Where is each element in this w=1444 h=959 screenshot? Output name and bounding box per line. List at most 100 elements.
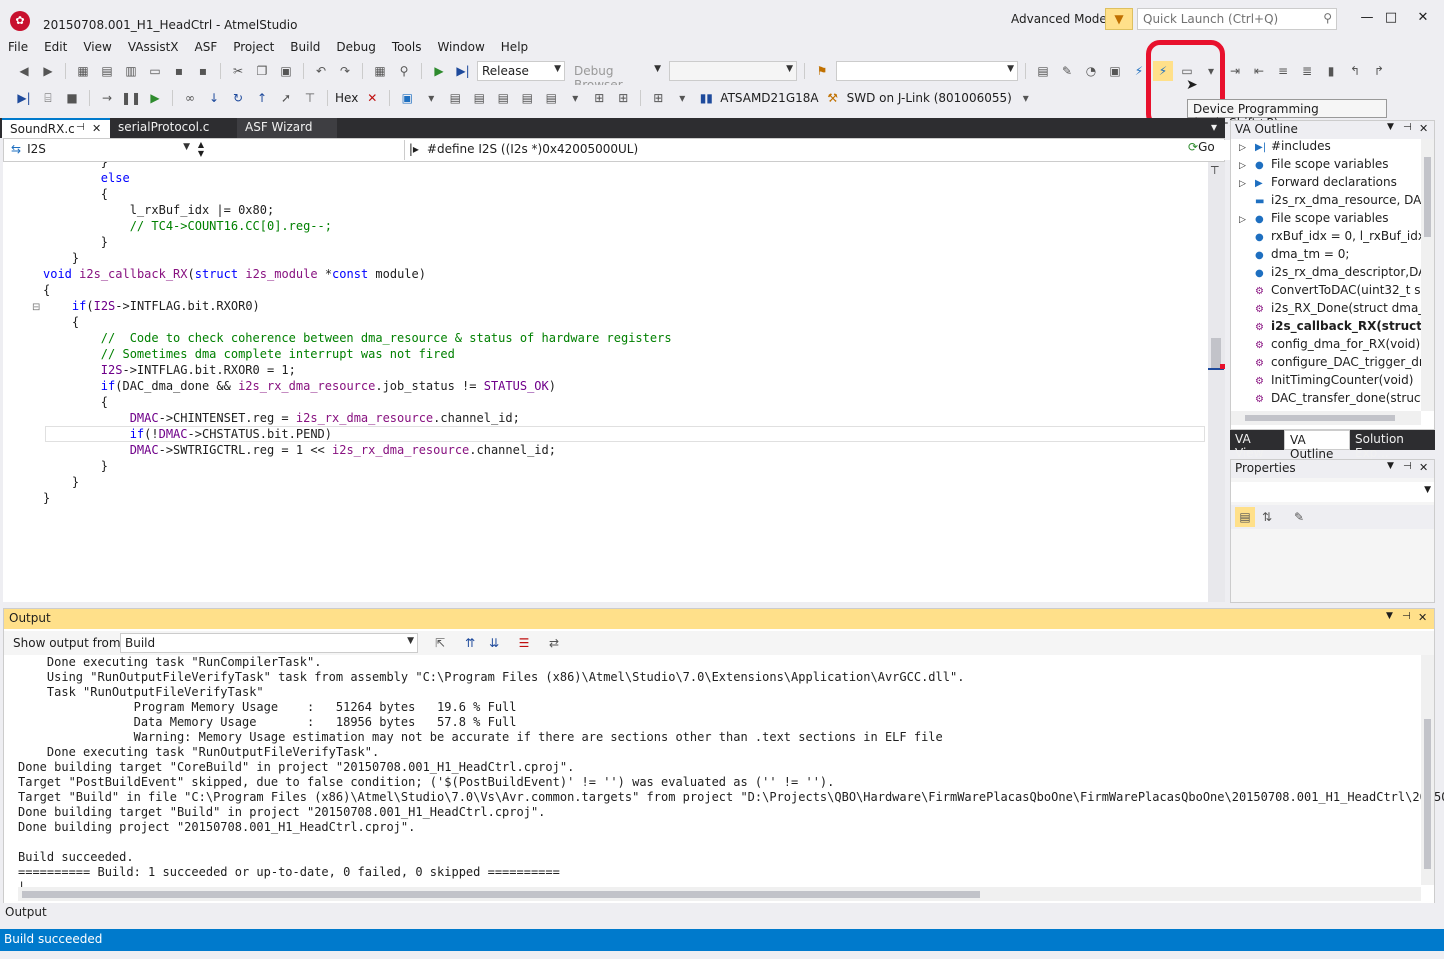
output-hscroll-thumb[interactable] xyxy=(22,891,980,898)
expand-icon[interactable]: ▷ xyxy=(1239,215,1255,225)
editor-vertical-scrollbar[interactable]: ⊤ xyxy=(1208,162,1225,602)
outline-item[interactable]: ▬ i2s_rx_dma_resource, DAC_( xyxy=(1239,193,1434,211)
clear-breakpoints-icon[interactable]: ✕ xyxy=(362,88,382,108)
property-pages-icon[interactable]: ✎ xyxy=(1289,507,1309,527)
panel-tab[interactable]: VA Outline xyxy=(1284,430,1350,461)
menu-help[interactable]: Help xyxy=(493,38,536,56)
processor-icon[interactable]: ▤ xyxy=(517,88,537,108)
dropdown-tool-icon[interactable]: ▾ xyxy=(1016,88,1036,108)
pin-icon[interactable]: ⊣ xyxy=(76,122,85,133)
paste-icon[interactable]: ▣ xyxy=(276,61,296,81)
output-vertical-scrollbar[interactable] xyxy=(1421,655,1434,885)
output-text[interactable]: Done executing task "RunCompilerTask". U… xyxy=(18,655,1444,895)
add-item-icon[interactable]: ▥ xyxy=(121,61,141,81)
go-button[interactable]: ⟳Go xyxy=(1188,140,1224,160)
menu-window[interactable]: Window xyxy=(429,38,492,56)
attach-icon[interactable]: ⌸ xyxy=(38,88,58,108)
chip-device-icon[interactable]: ▮▮ xyxy=(696,88,716,108)
find-message-icon[interactable]: ⇱ xyxy=(430,633,450,653)
quick-launch-input[interactable]: Quick Launch (Ctrl+Q) ⚲ xyxy=(1137,8,1337,30)
output-scroll-thumb[interactable] xyxy=(1424,719,1431,869)
windows-icon[interactable]: ▣ xyxy=(397,88,417,108)
new-project-icon[interactable]: ▦ xyxy=(73,61,93,81)
scope-spin-icon[interactable]: ▲ ▼ xyxy=(195,140,207,160)
pin-output-icon[interactable]: ⊣ xyxy=(1402,611,1411,622)
scope-select[interactable]: ⇆ I2S ▼ xyxy=(7,140,193,160)
device-name[interactable]: ATSAMD21G18A xyxy=(720,91,818,105)
menu-debug[interactable]: Debug xyxy=(328,38,383,56)
tab-overflow-icon[interactable]: ▾ xyxy=(1208,118,1225,138)
redo-icon[interactable]: ↷ xyxy=(335,61,355,81)
bookmark-icon[interactable]: ▮ xyxy=(1321,61,1341,81)
panel-menu-icon[interactable]: ▼ xyxy=(1387,122,1394,132)
outline-item[interactable]: ▷ ● File scope variables xyxy=(1239,211,1434,229)
step-out-icon[interactable]: ↑ xyxy=(252,88,272,108)
watch-icon[interactable]: ▤ xyxy=(541,88,561,108)
advanced-mode-label[interactable]: Advanced Mode xyxy=(1011,12,1107,26)
cut-icon[interactable]: ✂ xyxy=(228,61,248,81)
tab-soundrx[interactable]: SoundRX.c ⊣ ✕ xyxy=(2,118,110,138)
menu-file[interactable]: File xyxy=(0,38,36,56)
io-icon[interactable]: ▤ xyxy=(493,88,513,108)
prev-message-icon[interactable]: ⇈ xyxy=(460,633,480,653)
new-item-icon[interactable]: ▤ xyxy=(97,61,117,81)
open-file-icon[interactable]: ▭ xyxy=(145,61,165,81)
start-without-debugging-icon[interactable]: ▶| xyxy=(453,61,473,81)
continue-icon[interactable]: ▶ xyxy=(145,88,165,108)
atmel-gallery-icon[interactable]: ▤ xyxy=(1033,61,1053,81)
close-window-button[interactable]: ✕ xyxy=(1411,10,1435,30)
run-to-cursor-icon[interactable]: ➚ xyxy=(276,88,296,108)
device-icon[interactable]: ⊞ xyxy=(589,88,609,108)
menu-tools[interactable]: Tools xyxy=(384,38,430,56)
categorized-icon[interactable]: ▤ xyxy=(1235,507,1255,527)
extra-icon[interactable]: ⊞ xyxy=(648,88,668,108)
menu-vassistx[interactable]: VAssistX xyxy=(120,38,187,56)
undo-icon[interactable]: ↶ xyxy=(311,61,331,81)
code-editor[interactable]: ⊟ } else { l_rxBuf_idx |= 0x80; // TC4->… xyxy=(3,162,1208,602)
menu-edit[interactable]: Edit xyxy=(36,38,75,56)
back-icon[interactable]: ◀ xyxy=(14,61,34,81)
outline-item[interactable]: ▷ ▶ Forward declarations xyxy=(1239,175,1434,193)
outline-item[interactable]: ● i2s_rx_dma_descriptor,DAC_ xyxy=(1239,265,1434,283)
tab-asf-wizard[interactable]: ASF Wizard xyxy=(237,118,337,138)
next-statement-icon[interactable]: → xyxy=(97,88,117,108)
device-alt-icon[interactable]: ⊞ xyxy=(613,88,633,108)
tab-output[interactable]: Output xyxy=(5,905,47,919)
close-panel-icon[interactable]: ✕ xyxy=(1419,122,1428,135)
tool-icon[interactable]: ⚒ xyxy=(823,88,843,108)
find-icon[interactable]: ⚲ xyxy=(394,61,414,81)
close-output-icon[interactable]: ✕ xyxy=(1418,611,1427,624)
step-into-icon[interactable]: ↓ xyxy=(204,88,224,108)
menu-asf[interactable]: ASF xyxy=(187,38,226,56)
properties-object-select[interactable]: ▼ xyxy=(1231,482,1434,502)
pin-panel-icon[interactable]: ⊣ xyxy=(1403,122,1412,133)
menu-view[interactable]: View xyxy=(75,38,119,56)
find-in-files-icon[interactable]: ⚑ xyxy=(812,61,832,81)
save-all-icon[interactable]: ▪ xyxy=(193,61,213,81)
dropdown-windows-icon[interactable]: ▾ xyxy=(421,88,441,108)
forward-icon[interactable]: ▶ xyxy=(38,61,58,81)
data-visualizer-icon[interactable]: ◔ xyxy=(1081,61,1101,81)
outline-item[interactable]: ⚙ i2s_RX_Done(struct dma_res xyxy=(1239,301,1434,319)
debug-tool[interactable]: SWD on J-Link (801006055) xyxy=(847,91,1012,105)
output-menu-icon[interactable]: ▼ xyxy=(1386,611,1393,621)
reset-icon[interactable]: ⊤ xyxy=(300,88,320,108)
collapse-icon[interactable]: ⊟ xyxy=(32,302,40,313)
dropdown-extra-icon[interactable]: ▾ xyxy=(672,88,692,108)
tab-serialprotocol[interactable]: serialProtocol.c xyxy=(110,118,236,138)
outline-item[interactable]: ▷ ● File scope variables xyxy=(1239,157,1434,175)
indent-icon[interactable]: ⇥ xyxy=(1225,61,1245,81)
close-tab-icon[interactable]: ✕ xyxy=(92,122,101,135)
configuration-select[interactable]: Release ▼ xyxy=(477,61,565,81)
expand-icon[interactable]: ▷ xyxy=(1239,179,1255,189)
filter-icon[interactable]: ▼ xyxy=(1105,8,1133,30)
registers-icon[interactable]: ▤ xyxy=(469,88,489,108)
outline-horizontal-scrollbar[interactable] xyxy=(1231,411,1421,425)
outline-scroll-thumb[interactable] xyxy=(1424,157,1431,237)
step-over-icon[interactable]: ↻ xyxy=(228,88,248,108)
outline-item[interactable]: ⚙ config_dma_for_RX(void) xyxy=(1239,337,1434,355)
save-icon[interactable]: ▪ xyxy=(169,61,189,81)
minimize-button[interactable]: — xyxy=(1355,10,1379,30)
close-properties-icon[interactable]: ✕ xyxy=(1419,461,1428,474)
solution-explorer-icon[interactable]: ▦ xyxy=(370,61,390,81)
